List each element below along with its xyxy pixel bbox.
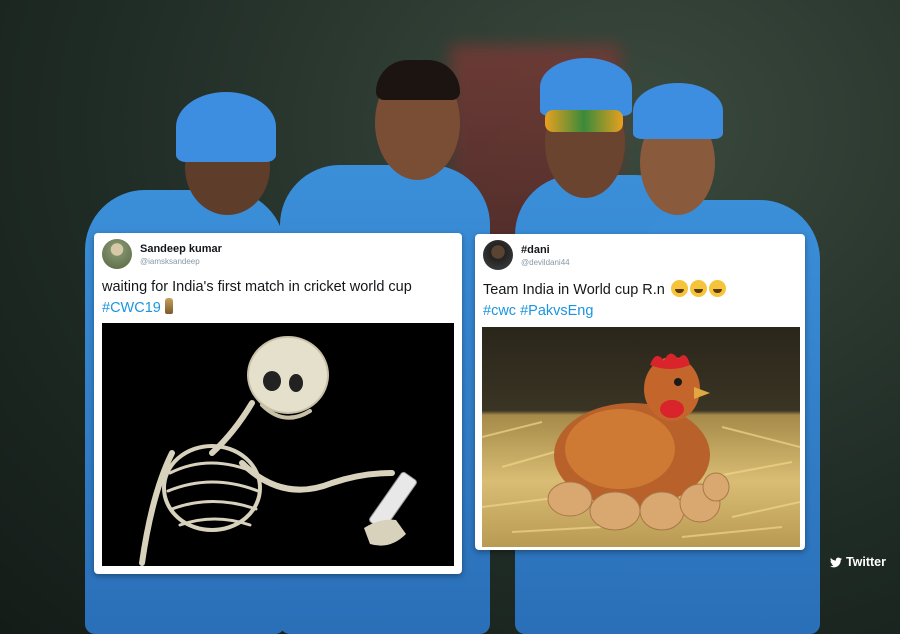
twitter-label: Twitter <box>845 555 886 569</box>
tweet-card-1: Sandeep kumar @iamsksandeep waiting for … <box>94 233 462 574</box>
hashtag-link[interactable]: #CWC19 <box>102 300 161 316</box>
hen-icon <box>482 353 800 538</box>
tweet-image-hen[interactable] <box>482 327 800 547</box>
twitter-bird-icon <box>829 557 842 567</box>
user-handle[interactable]: @iamsksandeep <box>140 257 222 266</box>
hashtag-link[interactable]: #cwc <box>483 303 516 319</box>
tweet-image-skeleton[interactable] <box>102 323 454 566</box>
tears-of-joy-icon <box>689 280 707 297</box>
tweet-text: waiting for India's first match in crick… <box>102 277 457 319</box>
grinning-sweat-icon <box>670 280 688 297</box>
skeleton-icon <box>139 336 417 566</box>
avatar[interactable] <box>102 239 132 269</box>
tweet-card-2: #dani @devildani44 Team India in World c… <box>475 234 805 550</box>
trophy-icon <box>164 298 173 314</box>
user-name[interactable]: Sandeep kumar <box>140 243 222 255</box>
tweet-header: #dani @devildani44 <box>483 240 570 270</box>
twitter-watermark: Twitter <box>829 555 886 569</box>
avatar[interactable] <box>483 240 513 270</box>
user-name[interactable]: #dani <box>521 244 570 256</box>
tweet-header: Sandeep kumar @iamsksandeep <box>102 239 222 269</box>
user-handle[interactable]: @devildani44 <box>521 258 570 267</box>
tweet-body: waiting for India's first match in crick… <box>102 279 412 295</box>
grinning-sweat-icon <box>708 280 726 297</box>
tweet-text: Team India in World cup R.n #cwc #PakvsE… <box>483 280 803 322</box>
tweet-body: Team India in World cup R.n <box>483 282 665 298</box>
hashtag-link[interactable]: #PakvsEng <box>520 303 593 319</box>
